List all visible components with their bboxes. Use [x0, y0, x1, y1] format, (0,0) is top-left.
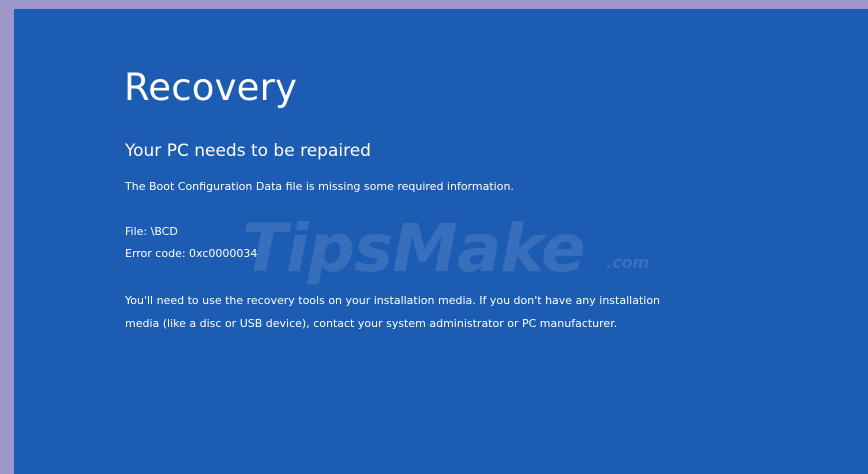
recovery-screen: TipsMake .com Recovery Your PC needs to …	[14, 9, 868, 474]
watermark-brand: TipsMake	[242, 210, 586, 287]
outer-frame: TipsMake .com Recovery Your PC needs to …	[0, 0, 868, 474]
instruction-text-line-2: media (like a disc or USB device), conta…	[125, 317, 618, 330]
watermark-suffix: .com	[606, 253, 650, 272]
page-subtitle: Your PC needs to be repaired	[125, 141, 371, 161]
error-description: The Boot Configuration Data file is miss…	[125, 180, 514, 193]
page-title: Recovery	[124, 66, 298, 109]
instruction-text-line-1: You'll need to use the recovery tools on…	[125, 294, 661, 307]
error-code: Error code: 0xc0000034	[125, 247, 258, 260]
file-info: File: \BCD	[125, 225, 178, 238]
watermark-logo: TipsMake .com	[242, 209, 672, 289]
